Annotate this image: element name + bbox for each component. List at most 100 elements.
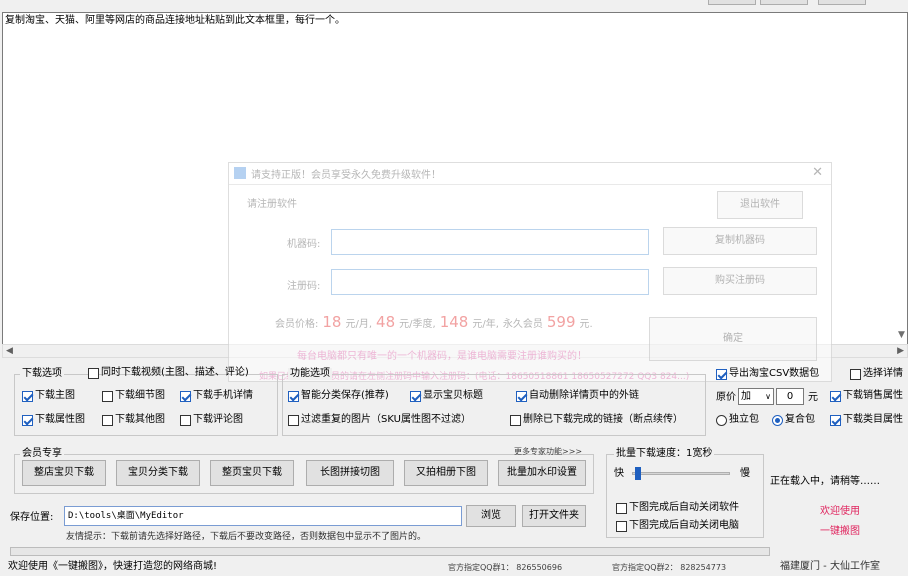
category-download-button[interactable]: 宝贝分类下载	[116, 460, 200, 486]
smart-save-label: 智能分类保存(推荐)	[301, 390, 389, 401]
auto-del-link-label: 自动删除详情页中的外链	[529, 390, 639, 401]
machine-code-input[interactable]	[331, 229, 649, 255]
save-path-input[interactable]: D:\tools\桌面\MyEditor	[64, 506, 462, 526]
confirm-button[interactable]: 确定	[649, 317, 817, 361]
top-button-3[interactable]	[818, 0, 866, 5]
radio-circle[interactable]	[772, 414, 783, 426]
reg-code-label: 注册码:	[287, 281, 321, 292]
speed-slider-track[interactable]	[632, 467, 730, 480]
chevron-down-icon[interactable]: ∨	[765, 389, 771, 404]
top-button-2[interactable]	[760, 0, 808, 5]
checkbox-box[interactable]	[510, 414, 521, 426]
download-options-legend: 下载选项	[20, 368, 64, 380]
show-title-checkbox[interactable]: 显示宝贝标题	[410, 390, 483, 402]
other-img-label: 下载其他图	[115, 414, 165, 425]
independent-pack-radio[interactable]: 独立包	[716, 414, 759, 426]
scroll-left-icon[interactable]: ◀	[6, 345, 13, 357]
unit-quarter: 元/季度,	[399, 319, 436, 330]
footer-welcome: 欢迎使用《一键搬图》，快速打造您的网络商城!	[8, 561, 218, 572]
mobile-detail-checkbox[interactable]: 下载手机详情	[180, 390, 253, 402]
shop-download-button[interactable]: 整店宝贝下载	[22, 460, 106, 486]
checkbox-box[interactable]	[830, 414, 841, 426]
exit-button[interactable]: 退出软件	[717, 191, 803, 219]
export-csv-label: 导出淘宝CSV数据包	[729, 368, 820, 379]
comment-img-label: 下载评论图	[193, 414, 243, 425]
more-features-link[interactable]: 更多专家功能>>>	[514, 446, 582, 458]
checkbox-box[interactable]	[850, 368, 861, 380]
attr-img-checkbox[interactable]: 下载属性图	[22, 414, 85, 426]
watermark-settings-button[interactable]: 批量加水印设置	[498, 460, 586, 486]
unit-lifetime: 元.	[579, 319, 593, 330]
detail-img-checkbox[interactable]: 下载细节图	[102, 390, 165, 402]
auto-shutdown-checkbox[interactable]: 下图完成后自动关闭电脑	[616, 520, 739, 532]
dialog-note-1: 每台电脑都只有唯一的一个机器码，是谁电脑需要注册谁购买的！	[297, 351, 587, 362]
composite-pack-label: 复合包	[785, 414, 815, 425]
dl-sales-attr-checkbox[interactable]: 下载销售属性	[830, 390, 903, 402]
function-options-group	[282, 374, 706, 436]
checkbox-box[interactable]	[616, 520, 627, 532]
long-image-button[interactable]: 长图拼接切图	[306, 460, 394, 486]
export-csv-checkbox[interactable]: 导出淘宝CSV数据包	[716, 368, 819, 380]
scroll-right-icon[interactable]: ▶	[897, 345, 904, 357]
progress-bar	[10, 547, 770, 556]
url-textarea-text: 复制淘宝、天猫、阿里等网店的商品连接地址粘贴到此文本框里，每行一个。	[5, 15, 345, 26]
welcome-text: 欢迎使用	[820, 506, 860, 517]
unit-year: 元/年,	[472, 319, 499, 330]
checkbox-box[interactable]	[180, 414, 191, 426]
reg-code-input[interactable]	[331, 269, 649, 295]
checkbox-box[interactable]	[102, 414, 113, 426]
radio-circle[interactable]	[716, 414, 727, 426]
scroll-down-icon[interactable]: ▼	[898, 330, 905, 340]
vip-legend: 会员专享	[20, 448, 64, 460]
checkbox-box[interactable]	[516, 390, 527, 402]
checkbox-box[interactable]	[288, 414, 299, 426]
checkbox-box[interactable]	[22, 390, 33, 402]
auto-del-link-checkbox[interactable]: 自动删除详情页中的外链	[516, 390, 639, 402]
checkbox-box[interactable]	[830, 390, 841, 402]
select-detail-checkbox[interactable]: 选择详情	[850, 368, 903, 380]
auto-close-app-checkbox[interactable]: 下图完成后自动关闭软件	[616, 502, 739, 514]
checkbox-box[interactable]	[102, 390, 113, 402]
checkbox-box[interactable]	[180, 390, 191, 402]
dl-category-attr-checkbox[interactable]: 下载类目属性	[830, 414, 903, 426]
copy-machine-code-button[interactable]: 复制机器码	[663, 227, 817, 255]
top-button-1[interactable]	[708, 0, 756, 5]
price-unit-label: 元	[808, 392, 818, 403]
attr-img-label: 下载属性图	[35, 414, 85, 425]
browse-button[interactable]: 浏览	[466, 505, 516, 527]
price-op-value: 加	[741, 391, 751, 402]
speed-legend: 批量下载速度：1宽秒	[614, 448, 715, 460]
other-img-checkbox[interactable]: 下载其他图	[102, 414, 165, 426]
save-location-label: 保存位置:	[10, 512, 54, 523]
dialog-section-label: 请注册软件	[247, 199, 297, 210]
show-title-label: 显示宝贝标题	[423, 390, 483, 401]
checkbox-box[interactable]	[22, 414, 33, 426]
price-op-select[interactable]: 加 ∨	[738, 388, 774, 405]
price-lifetime: 599	[546, 313, 576, 331]
dialog-titlebar: 请支持正版！会员享受永久免费升级软件！ ✕	[229, 163, 831, 185]
sync-video-checkbox[interactable]: 同时下载视频(主图、描述、评论)	[88, 367, 249, 379]
composite-pack-radio[interactable]: 复合包	[772, 414, 815, 426]
close-icon[interactable]: ✕	[812, 165, 823, 180]
speed-slider-thumb[interactable]	[634, 467, 641, 480]
yupoo-download-button[interactable]: 又拍相册下图	[404, 460, 488, 486]
main-img-label: 下载主图	[35, 390, 75, 401]
del-downloaded-checkbox[interactable]: 删除已下载完成的链接（断点续传）	[510, 414, 683, 426]
machine-code-label: 机器码:	[287, 239, 321, 250]
main-img-checkbox[interactable]: 下载主图	[22, 390, 75, 402]
smart-save-checkbox[interactable]: 智能分类保存(推荐)	[288, 390, 389, 402]
price-adjust-input[interactable]: 0	[776, 388, 804, 405]
open-folder-button[interactable]: 打开文件夹	[522, 505, 586, 527]
buy-reg-code-button[interactable]: 购买注册码	[663, 267, 817, 295]
studio-credit: 福建厦门 - 大仙工作室	[780, 561, 880, 572]
app-icon	[234, 167, 246, 179]
page-download-button[interactable]: 整页宝贝下载	[210, 460, 294, 486]
checkbox-box[interactable]	[616, 502, 627, 514]
checkbox-box[interactable]	[288, 390, 299, 402]
filter-dup-checkbox[interactable]: 过滤重复的图片（SKU属性图不过滤）	[288, 414, 471, 426]
filter-dup-label: 过滤重复的图片（SKU属性图不过滤）	[301, 414, 471, 425]
checkbox-box[interactable]	[88, 367, 99, 379]
checkbox-box[interactable]	[410, 390, 421, 402]
checkbox-box[interactable]	[716, 368, 727, 380]
comment-img-checkbox[interactable]: 下载评论图	[180, 414, 243, 426]
